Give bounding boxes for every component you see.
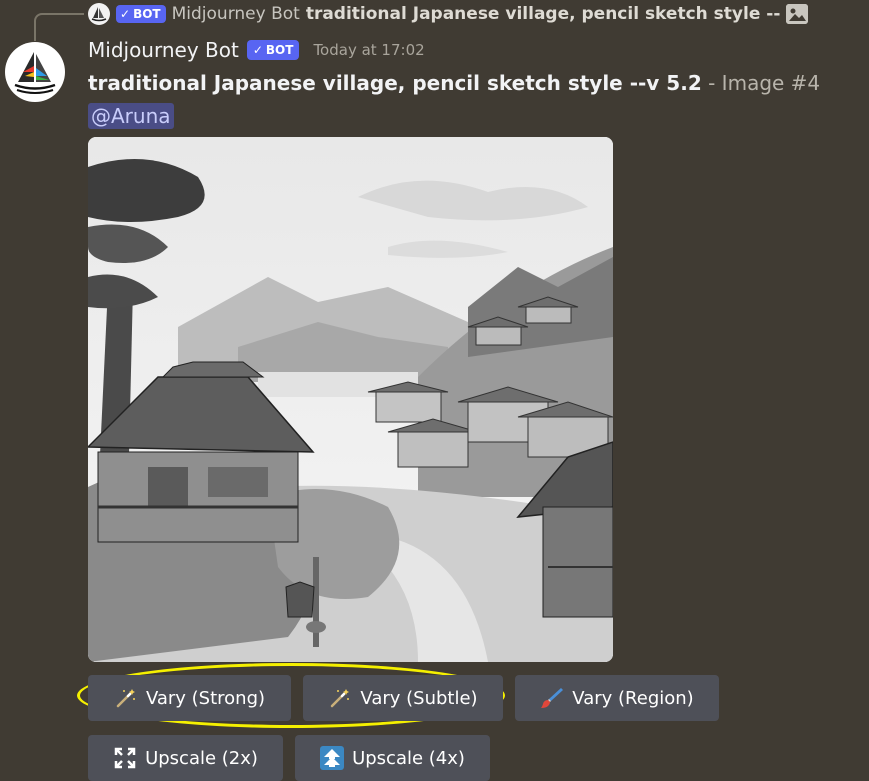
pencil-sketch-village-image <box>88 137 613 662</box>
upscale-2x-button[interactable]: Upscale (2x) <box>88 735 283 781</box>
vary-subtle-button[interactable]: Vary (Subtle) <box>303 675 503 721</box>
reply-connector <box>34 13 84 41</box>
check-icon: ✓ <box>252 43 263 57</box>
image-icon <box>786 4 809 24</box>
upscale-arrow-icon <box>320 746 345 770</box>
message-header: Midjourney Bot ✓ BOT Today at 17:02 <box>88 38 425 62</box>
reply-avatar <box>88 3 110 25</box>
message-content: traditional Japanese village, pencil ske… <box>88 71 820 95</box>
prompt-text: traditional Japanese village, pencil ske… <box>88 71 702 95</box>
reply-text[interactable]: traditional Japanese village, pencil ske… <box>306 4 781 24</box>
user-mention[interactable]: @Aruna <box>88 103 174 129</box>
bot-badge: ✓ BOT <box>246 40 300 60</box>
paintbrush-icon <box>540 686 564 710</box>
timestamp: Today at 17:02 <box>313 41 425 59</box>
reply-preview[interactable]: ✓ BOT Midjourney Bot traditional Japanes… <box>88 2 809 26</box>
author-avatar[interactable] <box>5 42 65 102</box>
magic-wand-icon <box>114 686 138 710</box>
upscale-4x-button[interactable]: Upscale (4x) <box>295 735 490 781</box>
image-number: - Image #4 <box>701 71 821 95</box>
author-name[interactable]: Midjourney Bot <box>88 38 239 62</box>
reply-author[interactable]: Midjourney Bot <box>172 4 300 24</box>
expand-icon <box>113 746 137 770</box>
magic-wand-icon <box>328 686 352 710</box>
reply-bot-badge: ✓ BOT <box>116 5 166 23</box>
vary-region-button[interactable]: Vary (Region) <box>515 675 719 721</box>
generated-image[interactable] <box>88 137 613 662</box>
vary-strong-button[interactable]: Vary (Strong) <box>88 675 291 721</box>
check-icon: ✓ <box>120 7 131 21</box>
